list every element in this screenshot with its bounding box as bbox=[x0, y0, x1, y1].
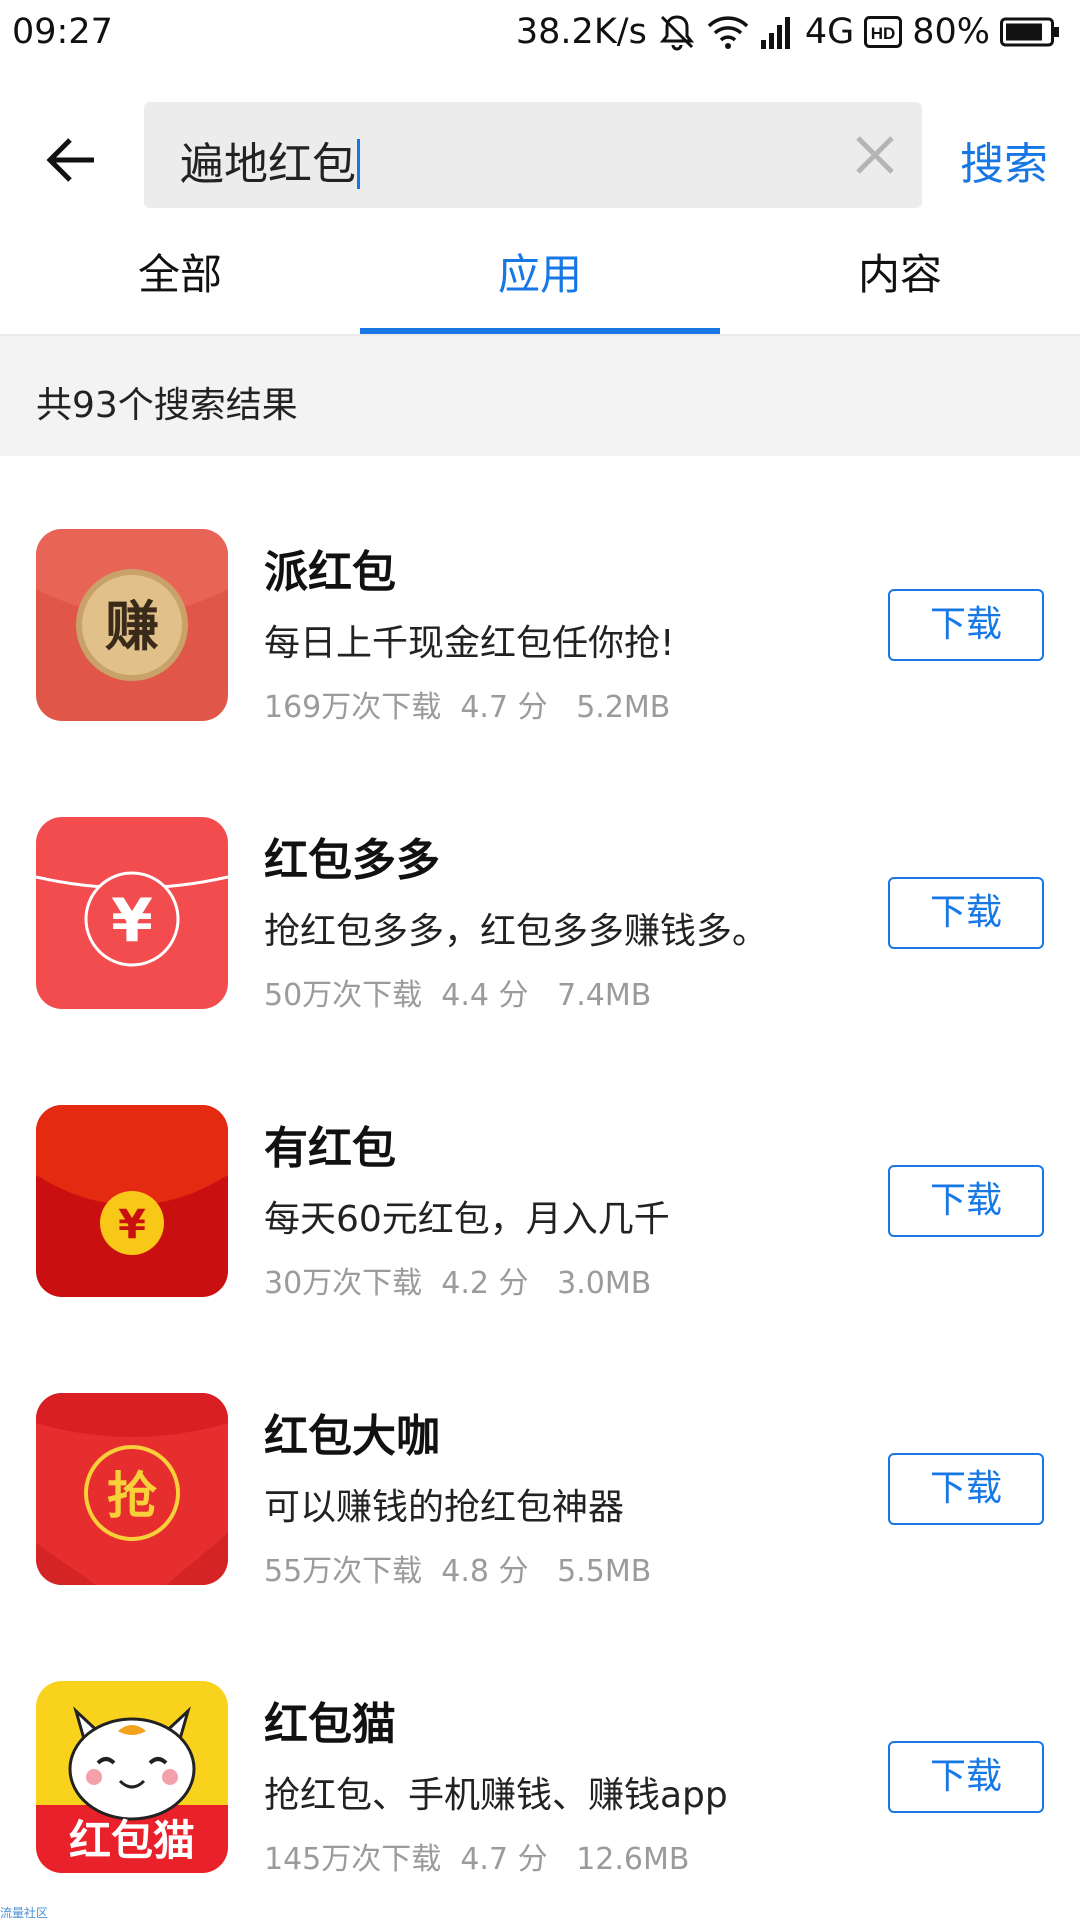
app-meta: 169万次下载 4.7 分 5.2MB bbox=[264, 682, 670, 726]
lucky-cat-icon: 红包猫 bbox=[36, 1681, 228, 1873]
app-name: 派红包 bbox=[264, 547, 396, 598]
app-description: 每天60元红包，月入几千 bbox=[264, 1199, 670, 1240]
app-meta: 145万次下载 4.7 分 12.6MB bbox=[264, 1834, 689, 1878]
wifi-icon bbox=[707, 14, 749, 50]
file-size: 7.4MB bbox=[557, 978, 652, 1013]
tab-apps[interactable]: 应用 bbox=[360, 244, 720, 336]
net-speed: 38.2K/s bbox=[515, 12, 647, 52]
app-list: 赚 派红包 每日上千现金红包任你抢! 169万次下载 4.7 分 5.2MB 下… bbox=[0, 456, 1080, 1896]
rating: 4.7 分 bbox=[460, 1842, 548, 1877]
tab-bar: 全部 应用 内容 bbox=[0, 244, 1080, 336]
app-meta: 50万次下载 4.4 分 7.4MB bbox=[264, 970, 651, 1014]
search-button[interactable]: 搜索 bbox=[960, 128, 1048, 192]
status-icons: 38.2K/s 4G HD 80% bbox=[516, 12, 1060, 52]
file-size: 3.0MB bbox=[557, 1266, 652, 1301]
text-caret bbox=[357, 139, 360, 189]
hd-icon: HD bbox=[864, 16, 903, 48]
icon-glyph: ¥ bbox=[111, 886, 153, 956]
app-description: 可以赚钱的抢红包神器 bbox=[264, 1487, 625, 1528]
app-description: 每日上千现金红包任你抢! bbox=[264, 623, 675, 664]
file-size: 5.5MB bbox=[557, 1554, 652, 1589]
tab-content[interactable]: 内容 bbox=[720, 244, 1080, 336]
watermark: 流量社区 bbox=[0, 1906, 49, 1920]
app-name: 红包大咖 bbox=[264, 1411, 440, 1462]
result-count-band: 共93个搜索结果 bbox=[0, 336, 1080, 456]
tab-all[interactable]: 全部 bbox=[0, 244, 360, 336]
file-size: 12.6MB bbox=[576, 1842, 690, 1877]
arrow-left-icon bbox=[46, 138, 94, 182]
status-bar: 09:27 38.2K/s 4G HD 80% bbox=[0, 0, 1080, 72]
rating: 4.8 分 bbox=[441, 1554, 529, 1589]
icon-glyph: 赚 bbox=[105, 594, 159, 658]
app-meta: 30万次下载 4.2 分 3.0MB bbox=[264, 1258, 651, 1302]
network-type: 4G bbox=[804, 12, 855, 52]
download-button[interactable]: 下载 bbox=[888, 877, 1044, 949]
app-name: 有红包 bbox=[264, 1123, 396, 1174]
signal-icon bbox=[759, 14, 795, 50]
app-meta: 55万次下载 4.8 分 5.5MB bbox=[264, 1546, 651, 1590]
download-count: 55万次下载 bbox=[264, 1554, 423, 1589]
file-size: 5.2MB bbox=[576, 690, 671, 725]
download-button[interactable]: 下载 bbox=[888, 1453, 1044, 1525]
rating: 4.2 分 bbox=[441, 1266, 529, 1301]
icon-glyph: ¥ bbox=[118, 1202, 146, 1248]
icon-glyph: 红包猫 bbox=[69, 1816, 195, 1865]
battery-percent: 80% bbox=[912, 12, 990, 52]
battery-icon bbox=[1000, 17, 1060, 47]
search-input[interactable]: 遍地红包 bbox=[144, 102, 922, 208]
download-count: 50万次下载 bbox=[264, 978, 423, 1013]
list-item[interactable]: 红包猫 红包猫 抢红包、手机赚钱、赚钱app 145万次下载 4.7 分 12.… bbox=[0, 1608, 1080, 1896]
list-item[interactable]: 抢 红包大咖 可以赚钱的抢红包神器 55万次下载 4.8 分 5.5MB 下载 bbox=[0, 1320, 1080, 1608]
list-item[interactable]: 赚 派红包 每日上千现金红包任你抢! 169万次下载 4.7 分 5.2MB 下… bbox=[0, 456, 1080, 744]
download-button[interactable]: 下载 bbox=[888, 589, 1044, 661]
red-envelope-yen-icon: ¥ bbox=[36, 817, 228, 1009]
svg-text:HD: HD bbox=[871, 24, 896, 43]
red-envelope-gold-coin-icon: ¥ bbox=[36, 1105, 228, 1297]
status-time: 09:27 bbox=[12, 12, 113, 52]
app-description: 抢红包、手机赚钱、赚钱app bbox=[264, 1775, 728, 1816]
app-name: 红包多多 bbox=[264, 835, 440, 886]
download-button[interactable]: 下载 bbox=[888, 1741, 1044, 1813]
icon-glyph: 抢 bbox=[107, 1466, 158, 1525]
rating: 4.4 分 bbox=[441, 978, 529, 1013]
download-count: 30万次下载 bbox=[264, 1266, 423, 1301]
result-count: 共93个搜索结果 bbox=[36, 385, 298, 426]
rating: 4.7 分 bbox=[460, 690, 548, 725]
search-query: 遍地红包 bbox=[180, 139, 356, 190]
search-query-wrap: 遍地红包 bbox=[180, 128, 360, 192]
red-envelope-earn-icon: 赚 bbox=[36, 529, 228, 721]
download-count: 169万次下载 bbox=[264, 690, 442, 725]
list-item[interactable]: ¥ 有红包 每天60元红包，月入几千 30万次下载 4.2 分 3.0MB 下载 bbox=[0, 1032, 1080, 1320]
app-name: 红包猫 bbox=[264, 1699, 396, 1750]
close-icon bbox=[856, 136, 894, 174]
download-button[interactable]: 下载 bbox=[888, 1165, 1044, 1237]
clear-button[interactable] bbox=[852, 132, 898, 178]
app-description: 抢红包多多，红包多多赚钱多。 bbox=[264, 911, 769, 952]
red-envelope-grab-icon: 抢 bbox=[36, 1393, 228, 1585]
download-count: 145万次下载 bbox=[264, 1842, 442, 1877]
back-button[interactable] bbox=[40, 128, 104, 192]
list-item[interactable]: ¥ 红包多多 抢红包多多，红包多多赚钱多。 50万次下载 4.4 分 7.4MB… bbox=[0, 744, 1080, 1032]
bell-off-icon bbox=[657, 12, 697, 52]
